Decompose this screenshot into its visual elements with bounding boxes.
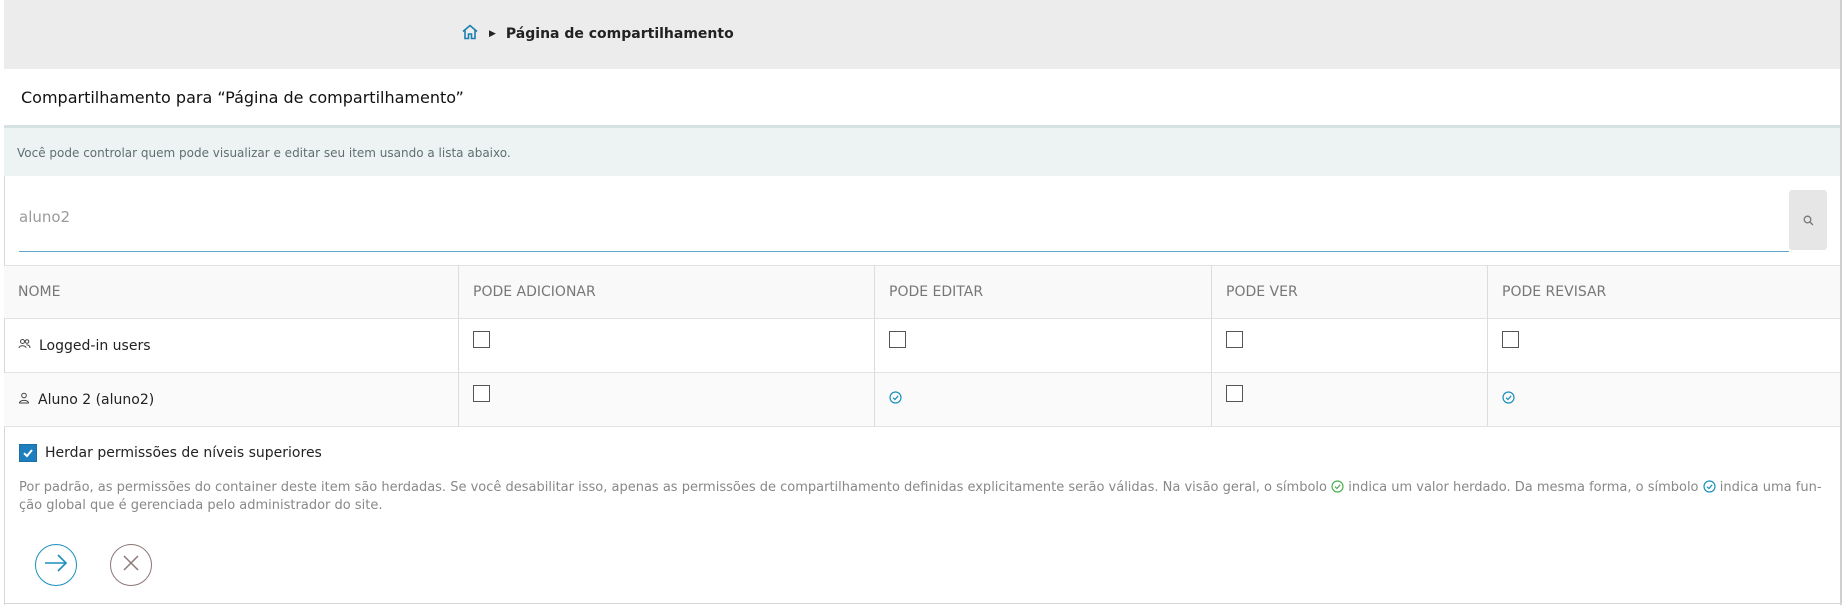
- can-view-cell: [1211, 318, 1488, 373]
- can-view-checkbox[interactable]: [1226, 331, 1243, 348]
- can-add-checkbox[interactable]: [473, 331, 490, 348]
- page-title: Compartilhamento para “Página de compart…: [21, 88, 464, 107]
- header: Compartilhamento para “Página de compart…: [4, 69, 1842, 128]
- group-icon: [18, 338, 31, 354]
- search-input[interactable]: [19, 204, 1719, 230]
- name-cell: Logged-in users: [4, 318, 459, 373]
- column-header-name: NOME: [4, 265, 459, 319]
- help-text: Você pode controlar quem pode visualizar…: [17, 146, 511, 160]
- user-icon: [18, 392, 30, 408]
- note-text-2: indica um valor herdado. Da mesma forma,…: [1348, 480, 1699, 495]
- inherit-label: Herdar permissões de níveis superiores: [45, 445, 322, 461]
- global-role-check-icon: [1502, 391, 1515, 408]
- can-review-checkbox[interactable]: [1502, 331, 1519, 348]
- inherited-check-icon: [1331, 480, 1344, 495]
- cancel-button[interactable]: [110, 544, 152, 586]
- can-review-cell: [1487, 318, 1842, 373]
- can-view-checkbox[interactable]: [1226, 385, 1243, 402]
- name-cell: Aluno 2 (aluno2): [4, 372, 459, 427]
- permissions-table: NOME PODE ADICIONAR PODE EDITAR PODE VER…: [4, 265, 1842, 427]
- can-review-cell: [1487, 372, 1842, 427]
- bottom-border: [4, 603, 1842, 604]
- can-edit-cell: [874, 372, 1212, 427]
- search-field: [19, 190, 1789, 252]
- column-header-view: PODE VER: [1211, 265, 1488, 319]
- breadcrumb-separator-icon: ▶: [489, 29, 496, 39]
- search-icon: [1803, 211, 1814, 230]
- column-header-review: PODE REVISAR: [1487, 265, 1842, 319]
- row-name: Aluno 2 (aluno2): [38, 391, 155, 408]
- global-role-check-icon: [889, 391, 902, 408]
- row-name: Logged-in users: [39, 337, 151, 354]
- inherit-checkbox[interactable]: [19, 444, 37, 462]
- arrow-right-icon: [43, 553, 69, 577]
- permissions-note: Por padrão, as permissões do container d…: [19, 479, 1834, 515]
- note-text-1: Por padrão, as permissões do container d…: [19, 480, 1327, 495]
- inherit-permissions[interactable]: Herdar permissões de níveis superiores: [19, 444, 322, 462]
- can-add-cell: [458, 318, 875, 373]
- search-button[interactable]: [1789, 190, 1827, 250]
- column-header-add: PODE ADICIONAR: [458, 265, 875, 319]
- can-edit-checkbox[interactable]: [889, 331, 906, 348]
- help-bar: Você pode controlar quem pode visualizar…: [4, 128, 1842, 176]
- table-row: Logged-in users: [4, 318, 1842, 373]
- table-header-row: NOME PODE ADICIONAR PODE EDITAR PODE VER…: [4, 265, 1842, 319]
- can-view-cell: [1211, 372, 1488, 427]
- table-row: Aluno 2 (aluno2): [4, 372, 1842, 427]
- column-header-edit: PODE EDITAR: [874, 265, 1212, 319]
- can-edit-cell: [874, 318, 1212, 373]
- close-icon: [122, 554, 140, 576]
- top-bar: ▶ Página de compartilhamento: [4, 0, 1842, 70]
- breadcrumb-current: Página de compartilhamento: [505, 26, 734, 42]
- global-role-check-icon: [1703, 480, 1716, 495]
- home-icon[interactable]: [461, 23, 479, 45]
- breadcrumb: ▶ Página de compartilhamento: [461, 23, 734, 45]
- can-add-cell: [458, 372, 875, 427]
- can-add-checkbox[interactable]: [473, 385, 490, 402]
- save-button[interactable]: [35, 544, 77, 586]
